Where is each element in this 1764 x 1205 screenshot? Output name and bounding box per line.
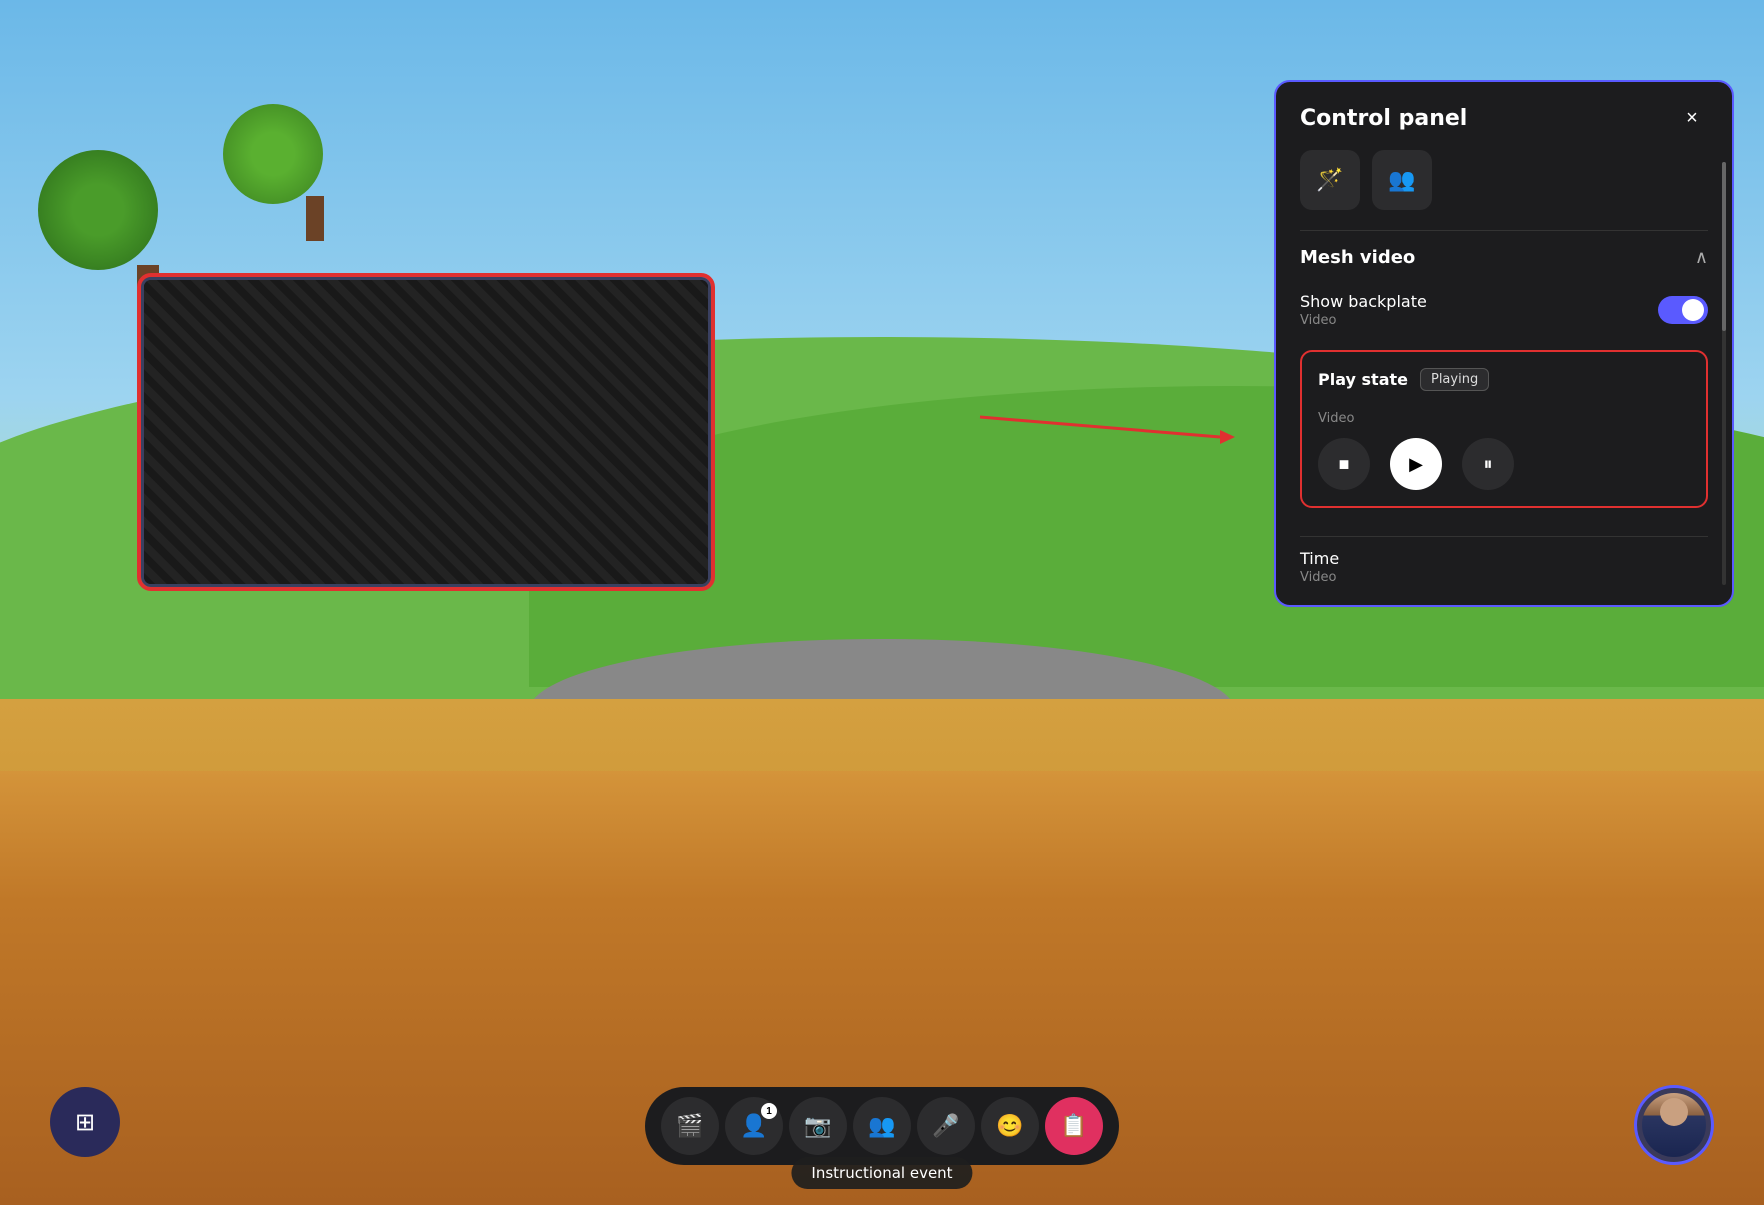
time-section: Time Video: [1276, 537, 1732, 585]
mic-button[interactable]: 🎤: [917, 1097, 975, 1155]
group-icon: 👥: [1388, 167, 1415, 193]
scene-button[interactable]: 🎬: [661, 1097, 719, 1155]
stop-button[interactable]: ■: [1318, 438, 1370, 490]
emoji-button[interactable]: 😊: [981, 1097, 1039, 1155]
avatar-button[interactable]: [1634, 1085, 1714, 1165]
close-button[interactable]: ×: [1676, 102, 1708, 134]
play-state-section: Play state Playing Video ■ ▶ ⏸: [1300, 350, 1708, 508]
chevron-up-icon[interactable]: ∧: [1695, 247, 1708, 268]
mesh-video-section: Mesh video ∧ Show backplate Video Play s…: [1276, 231, 1732, 536]
backplate-label: Show backplate Video: [1300, 292, 1427, 328]
magic-wand-button[interactable]: 🪄: [1300, 150, 1360, 210]
pause-icon: ⏸: [1484, 454, 1493, 475]
show-backplate-row: Show backplate Video: [1300, 284, 1708, 336]
magic-wand-icon: 🪄: [1316, 167, 1343, 193]
playing-badge: Playing: [1420, 368, 1489, 391]
control-panel: Control panel × 🪄 👥 Mesh video ∧ Show ba…: [1274, 80, 1734, 607]
mic-icon: 🎤: [932, 1113, 959, 1139]
camera-button[interactable]: 📷: [789, 1097, 847, 1155]
panel-scrollbar: [1722, 162, 1726, 585]
participants-button[interactable]: 👤 1: [725, 1097, 783, 1155]
screen-share-button[interactable]: 📋: [1045, 1097, 1103, 1155]
pause-button[interactable]: ⏸: [1462, 438, 1514, 490]
video-screen-container: [141, 277, 711, 587]
bottom-toolbar: 🎬 👤 1 📷 👥 🎤 😊 📋: [645, 1087, 1119, 1165]
avatar-head: [1660, 1098, 1688, 1126]
avatar: [1642, 1093, 1706, 1157]
backplate-toggle[interactable]: [1658, 296, 1708, 324]
group-button[interactable]: 👥: [1372, 150, 1432, 210]
toggle-knob: [1682, 299, 1704, 321]
time-label: Time Video: [1300, 549, 1708, 585]
tree-center-left: [265, 96, 365, 241]
play-state-sub: Video: [1318, 407, 1690, 426]
backplate-sub: Video: [1300, 313, 1427, 328]
camera-icon: 📷: [804, 1113, 831, 1139]
screen-share-icon: 📋: [1060, 1113, 1087, 1139]
backplate-name: Show backplate: [1300, 292, 1427, 311]
time-name: Time: [1300, 549, 1708, 568]
play-icon: ▶: [1409, 454, 1423, 475]
event-badge: Instructional event: [791, 1157, 972, 1189]
video-screen-highlight: [137, 273, 715, 591]
people-button[interactable]: 👥: [853, 1097, 911, 1155]
stop-icon: ■: [1339, 454, 1350, 475]
play-button[interactable]: ▶: [1390, 438, 1442, 490]
playback-controls: ■ ▶ ⏸: [1318, 434, 1690, 490]
panel-icon-row: 🪄 👥: [1276, 150, 1732, 230]
grid-button[interactable]: ⊞: [50, 1087, 120, 1157]
scene-icon: 🎬: [676, 1113, 703, 1139]
event-badge-label: Instructional event: [811, 1164, 952, 1182]
play-sub-label: Video: [1318, 411, 1354, 426]
panel-title: Control panel: [1300, 106, 1467, 131]
grid-icon: ⊞: [75, 1108, 95, 1137]
people-icon: 👥: [868, 1113, 895, 1139]
panel-scrollbar-thumb: [1722, 162, 1726, 331]
play-state-header: Play state Playing: [1318, 368, 1690, 391]
play-state-title: Play state: [1318, 370, 1408, 389]
participants-badge: 1: [761, 1103, 777, 1119]
panel-header: Control panel ×: [1276, 82, 1732, 150]
mesh-video-header: Mesh video ∧: [1300, 247, 1708, 268]
mesh-video-title: Mesh video: [1300, 247, 1415, 268]
emoji-icon: 😊: [996, 1113, 1023, 1139]
time-sub: Video: [1300, 570, 1708, 585]
